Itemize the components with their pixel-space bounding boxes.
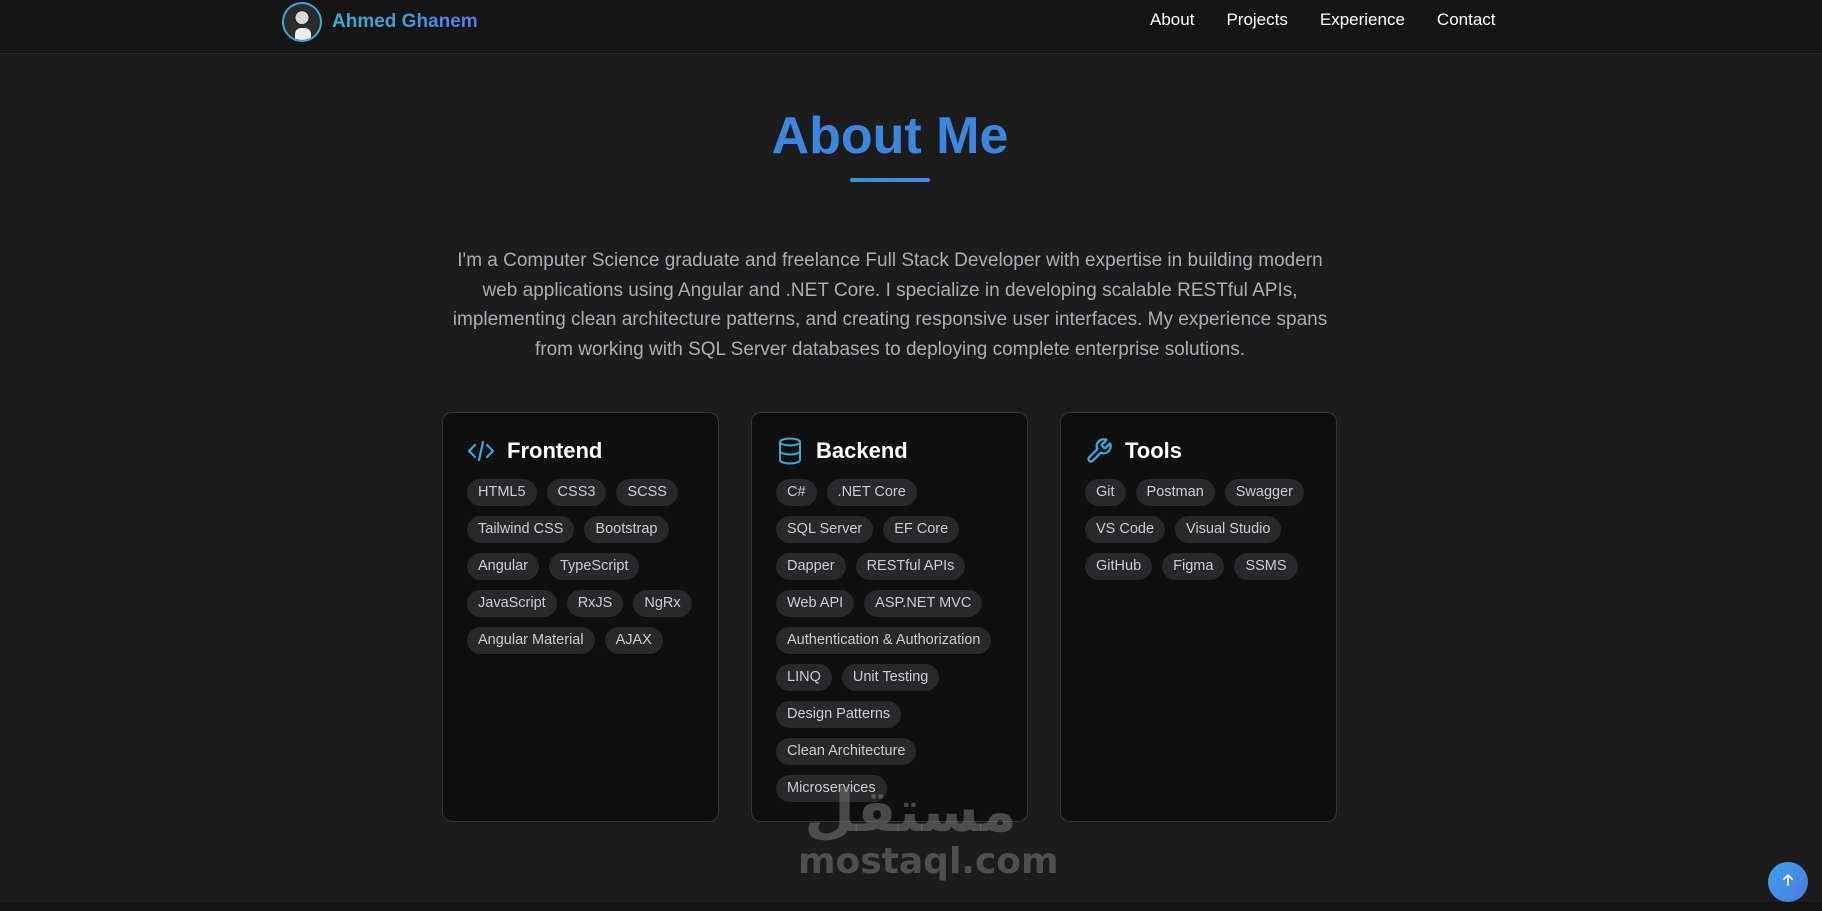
skill-card-frontend: Frontend HTML5 CSS3 SCSS Tailwind CSS Bo…	[442, 412, 719, 822]
skill-tag: NgRx	[633, 590, 692, 617]
code-icon	[467, 437, 495, 465]
skill-tag: Swagger	[1224, 479, 1304, 506]
skill-tag: SSMS	[1234, 553, 1298, 580]
skill-tag: Git	[1085, 479, 1126, 506]
skill-tag: SQL Server	[776, 516, 874, 543]
avatar	[282, 2, 322, 42]
skill-tag: Web API	[776, 590, 855, 617]
skill-tag: .NET Core	[826, 479, 917, 506]
skill-tag: RxJS	[566, 590, 624, 617]
watermark-latin: mostaql.com	[798, 841, 1059, 882]
skill-tag: Postman	[1135, 479, 1215, 506]
skill-tag: C#	[776, 479, 817, 506]
card-title: Frontend	[507, 438, 603, 463]
database-icon	[776, 437, 804, 465]
nav-link-projects[interactable]: Projects	[1226, 10, 1287, 30]
wrench-icon	[1085, 437, 1113, 465]
skill-tag: Authentication & Authorization	[776, 627, 992, 654]
skill-tag: Visual Studio	[1175, 516, 1282, 543]
skill-tag: CSS3	[546, 479, 607, 506]
brand-logo-link[interactable]: Ahmed Ghanem	[282, 1, 478, 43]
skill-tag: LINQ	[776, 664, 832, 691]
arrow-up-icon	[1781, 873, 1795, 892]
nav-link-about[interactable]: About	[1150, 10, 1194, 30]
brand-name: Ahmed Ghanem	[332, 11, 478, 32]
skill-tag: ASP.NET MVC	[864, 590, 983, 617]
watermark-arabic: مستقل	[804, 777, 1017, 845]
skill-tag: GitHub	[1085, 553, 1153, 580]
nav-links: About Projects Experience Contact	[1150, 10, 1496, 30]
skill-tag: HTML5	[467, 479, 537, 506]
about-description: I'm a Computer Science graduate and free…	[452, 250, 1328, 360]
skill-tag: EF Core	[883, 516, 960, 543]
card-header: Backend	[776, 437, 1003, 465]
skill-tag: JavaScript	[467, 590, 557, 617]
tag-list: HTML5 CSS3 SCSS Tailwind CSS Bootstrap A…	[467, 479, 694, 654]
skill-tag: AJAX	[604, 627, 663, 654]
skill-tag: Design Patterns	[776, 701, 902, 728]
card-title: Tools	[1125, 438, 1183, 463]
skill-tag: VS Code	[1085, 516, 1166, 543]
card-title: Backend	[816, 438, 908, 463]
skill-tag: TypeScript	[548, 553, 640, 580]
skill-tag: Angular	[467, 553, 539, 580]
footer-edge	[0, 902, 1822, 911]
skill-tag: Dapper	[776, 553, 846, 580]
nav-link-experience[interactable]: Experience	[1320, 10, 1405, 30]
skill-card-backend: Backend C# .NET Core SQL Server EF Core …	[751, 412, 1028, 822]
section-title: About Me	[771, 107, 1009, 165]
card-header: Tools	[1085, 437, 1312, 465]
card-header: Frontend	[467, 437, 694, 465]
skill-tag: Unit Testing	[841, 664, 940, 691]
skill-tag: Angular Material	[467, 627, 595, 654]
skill-tag: SCSS	[616, 479, 678, 506]
skill-tag: Tailwind CSS	[467, 516, 575, 543]
skill-card-tools: Tools Git Postman Swagger VS Code Visual…	[1060, 412, 1337, 822]
watermark: مستقل mostaql.com	[798, 777, 1059, 895]
skill-tag: Bootstrap	[584, 516, 669, 543]
tag-list: C# .NET Core SQL Server EF Core Dapper R…	[776, 479, 1003, 802]
tag-list: Git Postman Swagger VS Code Visual Studi…	[1085, 479, 1312, 580]
navbar: Ahmed Ghanem About Projects Experience C…	[0, 0, 1822, 54]
skill-tag: Figma	[1162, 553, 1225, 580]
nav-link-contact[interactable]: Contact	[1437, 10, 1496, 30]
skill-tag: RESTful APIs	[855, 553, 966, 580]
skill-tag: Clean Architecture	[776, 738, 917, 765]
scroll-to-top-button[interactable]	[1768, 862, 1808, 902]
title-underline	[850, 178, 930, 182]
